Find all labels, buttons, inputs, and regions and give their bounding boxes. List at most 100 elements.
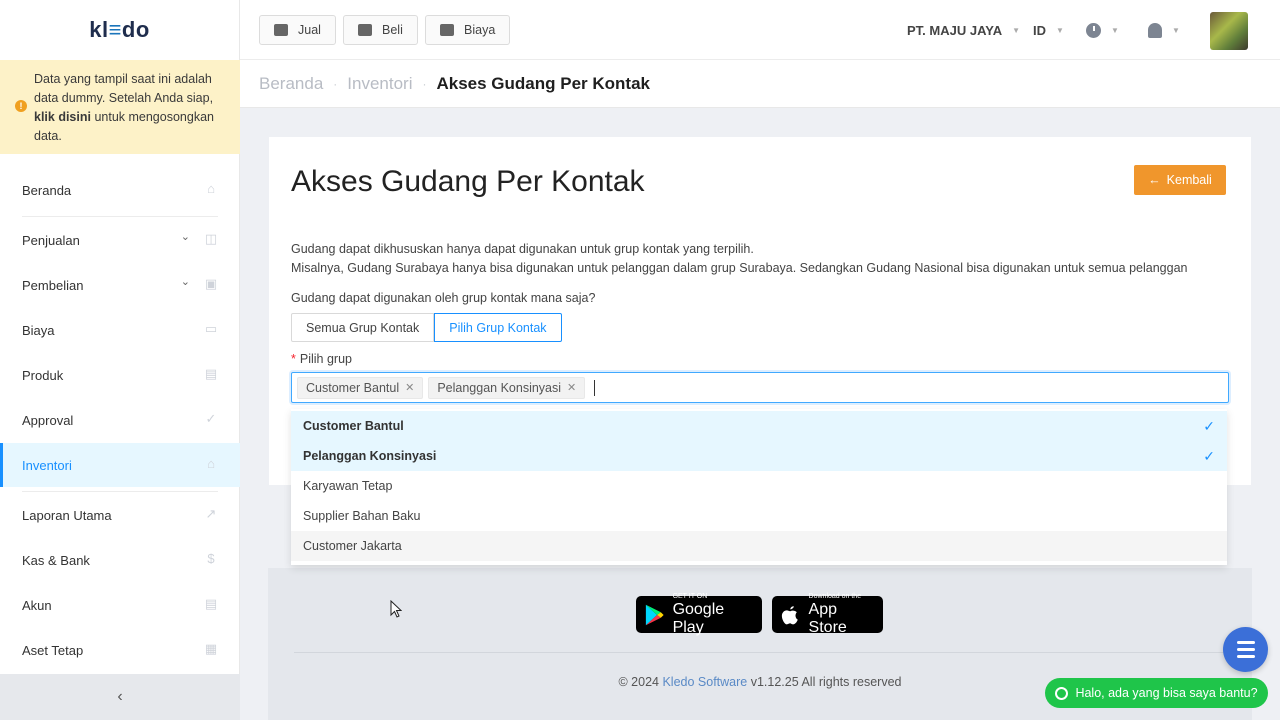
- warehouse-icon: ⌂: [207, 456, 215, 471]
- menu-fab-button[interactable]: [1223, 627, 1268, 672]
- sidebar-item-label: Laporan Utama: [22, 507, 112, 523]
- caret-down-icon: ▼: [1012, 25, 1021, 35]
- group-label-text: Pilih grup: [299, 352, 352, 366]
- sidebar-item-inventori[interactable]: Inventori ⌂: [0, 443, 240, 487]
- sidebar-item-kas-bank[interactable]: Kas & Bank $: [0, 538, 240, 582]
- text-cursor: [594, 379, 596, 396]
- close-icon[interactable]: ✕: [405, 381, 414, 394]
- option-label: Supplier Bahan Baku: [303, 509, 421, 523]
- beli-button[interactable]: Beli: [343, 15, 418, 45]
- breadcrumb-current: Akses Gudang Per Kontak: [436, 73, 650, 93]
- language-code: ID: [1033, 22, 1046, 38]
- breadcrumb-separator: ·: [422, 76, 427, 91]
- biaya-button[interactable]: Biaya: [425, 15, 511, 45]
- footer-divider: [294, 652, 1226, 653]
- chevron-left-icon: ‹: [117, 688, 123, 705]
- access-mode-toggle: Semua Grup Kontak Pilih Grup Kontak: [291, 313, 562, 342]
- dropdown-option[interactable]: Karyawan Tetap: [291, 471, 1227, 501]
- dropdown-option[interactable]: Supplier Bahan Baku: [291, 501, 1227, 531]
- warning-icon: !: [15, 100, 27, 112]
- language-selector[interactable]: ID ▼: [1033, 0, 1064, 60]
- notification-button[interactable]: ▼: [1148, 0, 1180, 60]
- clear-data-link[interactable]: klik disini: [34, 110, 91, 124]
- tag-label: Customer Bantul: [306, 380, 400, 395]
- breadcrumb-separator: ·: [333, 76, 338, 91]
- sidebar-item-label: Biaya: [22, 322, 55, 338]
- close-icon[interactable]: ✕: [567, 381, 576, 394]
- copyright-text: © 2024: [618, 675, 663, 689]
- card-icon: [440, 24, 454, 36]
- whatsapp-chat-button[interactable]: Halo, ada yang bisa saya bantu?: [1045, 678, 1268, 708]
- sidebar-item-akun[interactable]: Akun ▤: [0, 583, 240, 627]
- group-field-label: * Pilih grup: [291, 352, 352, 366]
- selected-tag: Pelanggan Konsinyasi ✕: [428, 376, 586, 399]
- sidebar-item-label: Beranda: [22, 182, 72, 198]
- option-all-groups[interactable]: Semua Grup Kontak: [291, 313, 435, 342]
- biaya-label: Biaya: [464, 23, 496, 37]
- caret-down-icon: ▼: [1111, 25, 1119, 35]
- box-icon: ▤: [204, 366, 218, 381]
- sidebar-collapse-button[interactable]: ‹: [0, 674, 240, 720]
- bell-icon: [1148, 22, 1162, 38]
- google-play-badge[interactable]: GET IT ON Google Play: [636, 592, 762, 636]
- tag-label: Pelanggan Konsinyasi: [437, 380, 562, 395]
- sidebar-item-laporan-utama[interactable]: Laporan Utama ↗: [0, 493, 240, 537]
- sidebar: kl ≡ do ! Data yang tampil saat ini adalah…: [0, 0, 240, 720]
- top-bar: Jual Beli Biaya PT. MAJU JAYA ▼ ID ▼ ▼ ▼: [240, 0, 1280, 60]
- dropdown-option[interactable]: Customer Bantul ✓: [291, 411, 1227, 441]
- company-selector[interactable]: PT. MAJU JAYA ▼: [907, 0, 1020, 60]
- notice-text: Data yang tampil saat ini adalah data du…: [34, 72, 214, 105]
- sidebar-item-penjualan[interactable]: Penjualan ⌄ ◫: [0, 218, 240, 262]
- home-icon: ⌂: [207, 181, 215, 196]
- sidebar-item-produk[interactable]: Produk ▤: [0, 353, 240, 397]
- basket-icon: [274, 24, 288, 36]
- sidebar-item-aset-tetap[interactable]: Aset Tetap ▦: [0, 628, 240, 672]
- basket-icon: ◫: [204, 231, 218, 246]
- google-play-small: GET IT ON: [672, 592, 708, 600]
- dropdown-option[interactable]: Customer Jakarta: [291, 531, 1227, 561]
- page-title: Akses Gudang Per Kontak: [291, 165, 645, 198]
- check-icon: ✓: [1203, 418, 1215, 434]
- caret-down-icon: ▼: [1056, 25, 1064, 35]
- sidebar-item-label: Pembelian: [22, 277, 84, 293]
- breadcrumb-home[interactable]: Beranda: [259, 74, 323, 94]
- kledo-link[interactable]: Kledo Software: [662, 675, 747, 689]
- history-button[interactable]: ▼: [1086, 0, 1119, 60]
- check-icon: ✓: [1203, 448, 1215, 464]
- sidebar-item-pembelian[interactable]: Pembelian ⌄ ▣: [0, 263, 240, 307]
- jual-label: Jual: [298, 23, 321, 37]
- arrow-left-icon: ←: [1148, 173, 1161, 187]
- chart-icon: ↗: [205, 506, 217, 521]
- avatar[interactable]: [1210, 12, 1248, 50]
- sidebar-item-label: Inventori: [22, 457, 72, 473]
- dropdown-option[interactable]: Pelanggan Konsinyasi ✓: [291, 441, 1227, 471]
- breadcrumb-inventori[interactable]: Inventori: [347, 74, 412, 94]
- description-line: Gudang dapat dikhususkan hanya dapat dig…: [291, 242, 754, 256]
- dummy-data-notice: ! Data yang tampil saat ini adalah data …: [0, 60, 240, 154]
- sidebar-item-approval[interactable]: Approval ✓: [0, 398, 240, 442]
- description: Gudang dapat dikhususkan hanya dapat dig…: [291, 240, 1187, 278]
- option-select-groups[interactable]: Pilih Grup Kontak: [434, 313, 562, 342]
- list-icon: ▤: [204, 596, 218, 611]
- back-button[interactable]: ← Kembali: [1134, 165, 1226, 195]
- google-play-text: Google Play: [672, 600, 725, 636]
- sidebar-item-biaya[interactable]: Biaya ▭: [0, 308, 240, 352]
- sidebar-item-label: Akun: [22, 597, 52, 613]
- app-store-text: App Store: [808, 600, 847, 636]
- bag-icon: [358, 24, 372, 36]
- selected-tag: Customer Bantul ✕: [297, 376, 424, 399]
- sidebar-item-beranda[interactable]: Beranda ⌂: [0, 168, 240, 212]
- group-dropdown: Customer Bantul ✓ Pelanggan Konsinyasi ✓…: [291, 409, 1227, 565]
- sidebar-item-label: Penjualan: [22, 232, 80, 248]
- group-multiselect[interactable]: Customer Bantul ✕ Pelanggan Konsinyasi ✕: [291, 372, 1229, 403]
- app-store-badge[interactable]: Download on the App Store: [772, 593, 883, 636]
- fab-line: [1236, 641, 1255, 644]
- logo-text-mid: ≡: [108, 17, 122, 42]
- logo-text-end: do: [121, 17, 150, 42]
- check-icon: ✓: [205, 411, 217, 426]
- kledo-logo[interactable]: kl ≡ do: [0, 0, 239, 60]
- copyright-text-end: v1.12.25 All rights reserved: [747, 675, 902, 689]
- sidebar-item-label: Aset Tetap: [22, 642, 84, 658]
- caret-down-icon: ▼: [1172, 25, 1180, 35]
- jual-button[interactable]: Jual: [259, 15, 336, 45]
